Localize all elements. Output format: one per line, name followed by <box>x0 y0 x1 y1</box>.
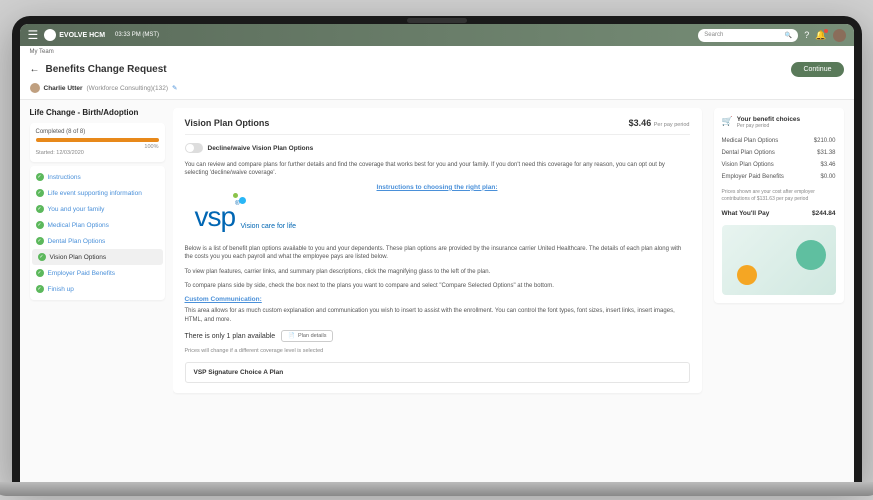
employee-avatar <box>30 83 40 93</box>
help-icon[interactable]: ? <box>804 30 809 40</box>
custom-comm-link[interactable]: Custom Communication: <box>185 296 690 303</box>
user-context: Charlie Utter (Workforce Consulting)(132… <box>20 81 854 100</box>
decline-toggle[interactable] <box>185 143 203 153</box>
step-list: ✓Instructions ✓Life event supporting inf… <box>30 166 165 300</box>
user-avatar[interactable] <box>833 29 846 42</box>
cart-icon: 🛒 <box>722 116 733 127</box>
brand-name: EVOLVE HCM <box>59 32 105 39</box>
choices-note: Prices shown are your cost after employe… <box>722 189 836 202</box>
progress-bar <box>36 138 159 142</box>
edit-icon[interactable]: ✎ <box>172 84 177 92</box>
step-vision[interactable]: ✓Vision Plan Options <box>32 249 163 265</box>
card-price: $3.46 Per pay period <box>629 118 690 128</box>
check-icon: ✓ <box>38 253 46 261</box>
breadcrumb[interactable]: My Team <box>20 46 854 58</box>
logo-icon <box>44 29 56 41</box>
availability-text: There is only 1 plan available <box>185 333 276 340</box>
notifications-icon[interactable]: 🔔 <box>815 30 826 41</box>
progress-date: Started: 12/03/2020 <box>36 150 159 156</box>
body-text-1: Below is a list of benefit plan options … <box>185 245 690 262</box>
back-icon[interactable]: ← <box>30 64 40 75</box>
check-icon: ✓ <box>36 173 44 181</box>
progress-label: Completed (8 of 8) <box>36 129 159 135</box>
step-employer[interactable]: ✓Employer Paid Benefits <box>30 265 165 281</box>
choices-title: Your benefit choices <box>737 116 800 123</box>
illustration <box>722 225 836 295</box>
step-dental[interactable]: ✓Dental Plan Options <box>30 233 165 249</box>
choice-row: Medical Plan Options$210.00 <box>722 135 836 147</box>
sidebar: Life Change - Birth/Adoption Completed (… <box>30 108 165 476</box>
search-placeholder: Search <box>704 32 785 38</box>
body-text-2: To view plan features, carrier links, an… <box>185 268 690 276</box>
plan-details-button[interactable]: 📄Plan details <box>281 330 333 342</box>
document-icon: 📄 <box>288 333 295 339</box>
check-icon: ✓ <box>36 221 44 229</box>
body-text-4: This area allows for as much custom expl… <box>185 307 690 324</box>
employee-name[interactable]: Charlie Utter <box>44 85 83 92</box>
step-instructions[interactable]: ✓Instructions <box>30 169 165 185</box>
check-icon: ✓ <box>36 237 44 245</box>
right-sidebar: 🛒 Your benefit choices Per pay period Me… <box>714 108 844 476</box>
price-note: Prices will change if a different covera… <box>185 348 690 354</box>
step-family[interactable]: ✓You and your family <box>30 201 165 217</box>
intro-text: You can review and compare plans for fur… <box>185 161 690 178</box>
card-title: Vision Plan Options <box>185 118 270 128</box>
check-icon: ✓ <box>36 269 44 277</box>
step-life-event[interactable]: ✓Life event supporting information <box>30 185 165 201</box>
check-icon: ✓ <box>36 285 44 293</box>
step-finish[interactable]: ✓Finish up <box>30 281 165 297</box>
decline-label: Decline/waive Vision Plan Options <box>208 145 314 152</box>
check-icon: ✓ <box>36 205 44 213</box>
page-title: Benefits Change Request <box>46 64 786 75</box>
choice-row: Employer Paid Benefits$0.00 <box>722 171 836 183</box>
body-text-3: To compare plans side by side, check the… <box>185 282 690 290</box>
brand-logo[interactable]: EVOLVE HCM <box>44 29 105 41</box>
progress-card: Completed (8 of 8) 100% Started: 12/03/2… <box>30 123 165 162</box>
plan-card[interactable]: VSP Signature Choice A Plan <box>185 362 690 383</box>
step-medical[interactable]: ✓Medical Plan Options <box>30 217 165 233</box>
main-content: Vision Plan Options $3.46 Per pay period… <box>173 108 706 476</box>
employee-org: (Workforce Consulting)(132) <box>87 85 169 92</box>
menu-icon[interactable]: ☰ <box>28 28 39 42</box>
vsp-tagline: Vision care for life <box>241 223 297 230</box>
clock: 03:33 PM (MST) <box>115 32 159 38</box>
choices-subtitle: Per pay period <box>737 123 800 129</box>
continue-button[interactable]: Continue <box>791 62 843 77</box>
search-icon: 🔍 <box>785 32 792 39</box>
search-input[interactable]: Search 🔍 <box>698 29 798 42</box>
vsp-logo: vsp® Vision care for life <box>185 201 690 233</box>
total-row: What You'll Pay$244.84 <box>722 210 836 217</box>
instructions-link[interactable]: Instructions to choosing the right plan: <box>185 184 690 191</box>
top-bar: ☰ EVOLVE HCM 03:33 PM (MST) Search 🔍 ? 🔔 <box>20 24 854 46</box>
choice-row: Dental Plan Options$31.38 <box>722 147 836 159</box>
check-icon: ✓ <box>36 189 44 197</box>
choice-row: Vision Plan Options$3.46 <box>722 159 836 171</box>
sidebar-title: Life Change - Birth/Adoption <box>30 108 165 117</box>
